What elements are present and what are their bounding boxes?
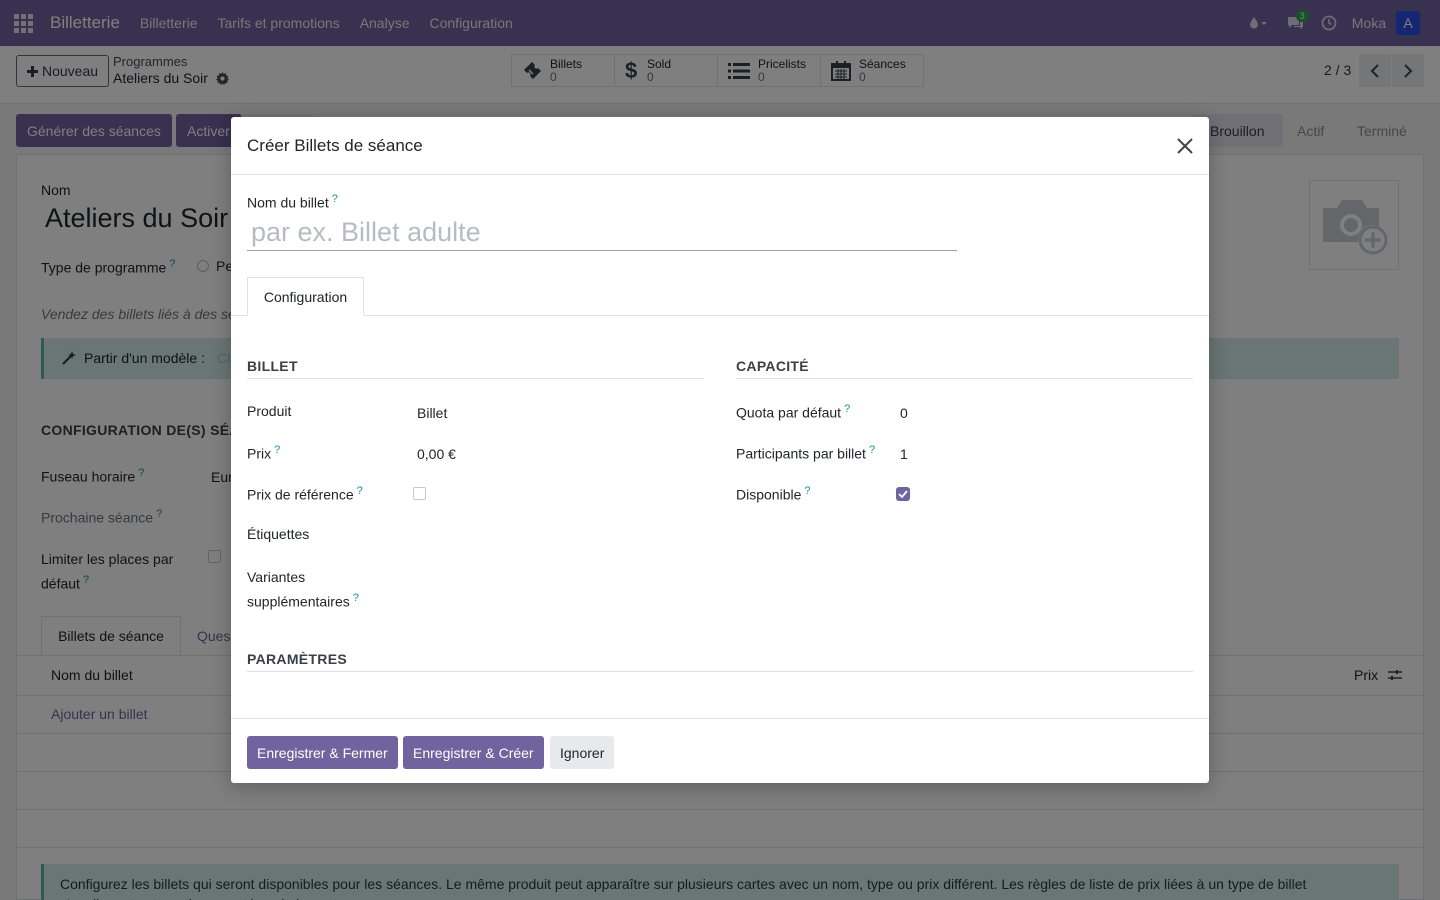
dialog-footer: Enregistrer & Fermer Enregistrer & Créer… xyxy=(231,718,1209,783)
tab-configuration[interactable]: Configuration xyxy=(247,277,364,316)
participants-per-ticket-value[interactable]: 1 xyxy=(900,446,908,462)
reference-price-label: Prix de référence? xyxy=(247,485,363,503)
save-close-button[interactable]: Enregistrer & Fermer xyxy=(247,736,398,769)
ticket-name-input[interactable] xyxy=(247,214,957,251)
tags-label: Étiquettes xyxy=(247,526,310,542)
save-new-button[interactable]: Enregistrer & Créer xyxy=(403,736,544,769)
available-checkbox[interactable] xyxy=(896,487,910,501)
default-quota-label: Quota par défaut? xyxy=(736,403,851,421)
close-icon[interactable] xyxy=(1175,136,1195,156)
discard-button[interactable]: Ignorer xyxy=(550,736,615,769)
product-value[interactable]: Billet xyxy=(417,405,447,421)
check-icon xyxy=(898,490,908,498)
participants-per-ticket-label: Participants par billet? xyxy=(736,444,876,462)
price-value[interactable]: 0,00 € xyxy=(417,446,456,462)
create-ticket-dialog: Créer Billets de séance Nom du billet? C… xyxy=(231,117,1209,783)
available-label: Disponible? xyxy=(736,485,811,503)
dialog-title: Créer Billets de séance xyxy=(247,136,423,155)
product-label: Produit xyxy=(247,403,292,419)
section-ticket-title: BILLET xyxy=(247,358,704,379)
ticket-name-label: Nom du billet? xyxy=(247,193,338,211)
reference-price-checkbox[interactable] xyxy=(413,487,426,500)
extra-variants-label: Variantes supplémentaires? xyxy=(247,569,359,610)
default-quota-value[interactable]: 0 xyxy=(900,405,908,421)
section-params-title: PARAMÈTRES xyxy=(247,651,1193,672)
section-capacity-title: CAPACITÉ xyxy=(736,358,1193,379)
price-label: Prix? xyxy=(247,444,281,462)
dialog-header: Créer Billets de séance xyxy=(231,117,1209,175)
